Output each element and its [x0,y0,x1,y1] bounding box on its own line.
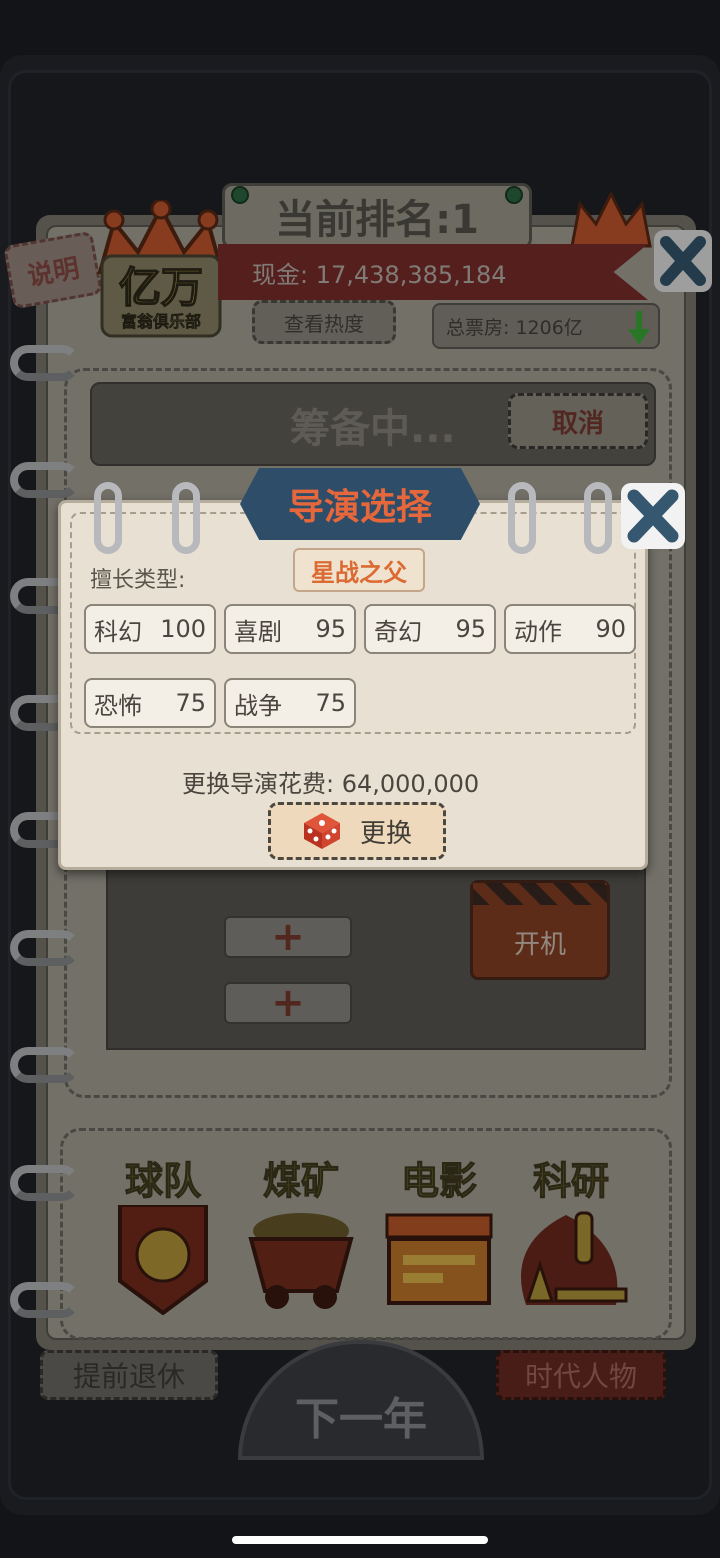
genre-name: 战争 [234,691,282,720]
ring-icon [584,482,612,554]
genre-chip: 喜剧 95 [224,604,356,654]
close-icon[interactable] [618,480,688,552]
modal-title-label: 导演选择 [287,487,432,528]
genre-name: 恐怖 [94,691,142,720]
genre-chip: 战争 75 [224,678,356,728]
genre-score: 95 [315,615,346,643]
genre-chip: 科幻 100 [84,604,216,654]
genre-score: 95 [455,615,486,643]
genre-score: 100 [160,615,206,643]
ring-icon [508,482,536,554]
genre-score: 75 [315,689,346,717]
director-name: 星战之父 [293,548,425,592]
dice-icon [303,813,340,849]
genre-score: 75 [175,689,206,717]
ring-icon [172,482,200,554]
home-indicator[interactable] [232,1536,488,1544]
director-name-label: 星战之父 [311,558,407,587]
genre-name: 动作 [514,617,562,646]
ring-icon [94,482,122,554]
genre-score: 90 [595,615,626,643]
genre-chip: 奇幻 95 [364,604,496,654]
genre-name: 奇幻 [374,617,422,646]
specialty-label: 擅长类型: [90,568,186,593]
genre-chip: 恐怖 75 [84,678,216,728]
genre-name: 喜剧 [234,617,282,646]
change-director-button[interactable]: 更换 [268,802,446,860]
modal-title: 导演选择 [240,468,480,540]
genre-chip: 动作 90 [504,604,636,654]
genre-name: 科幻 [94,617,142,646]
change-director-label: 更换 [359,818,412,849]
change-cost-label: 更换导演花费: 64,000,000 [182,770,480,798]
